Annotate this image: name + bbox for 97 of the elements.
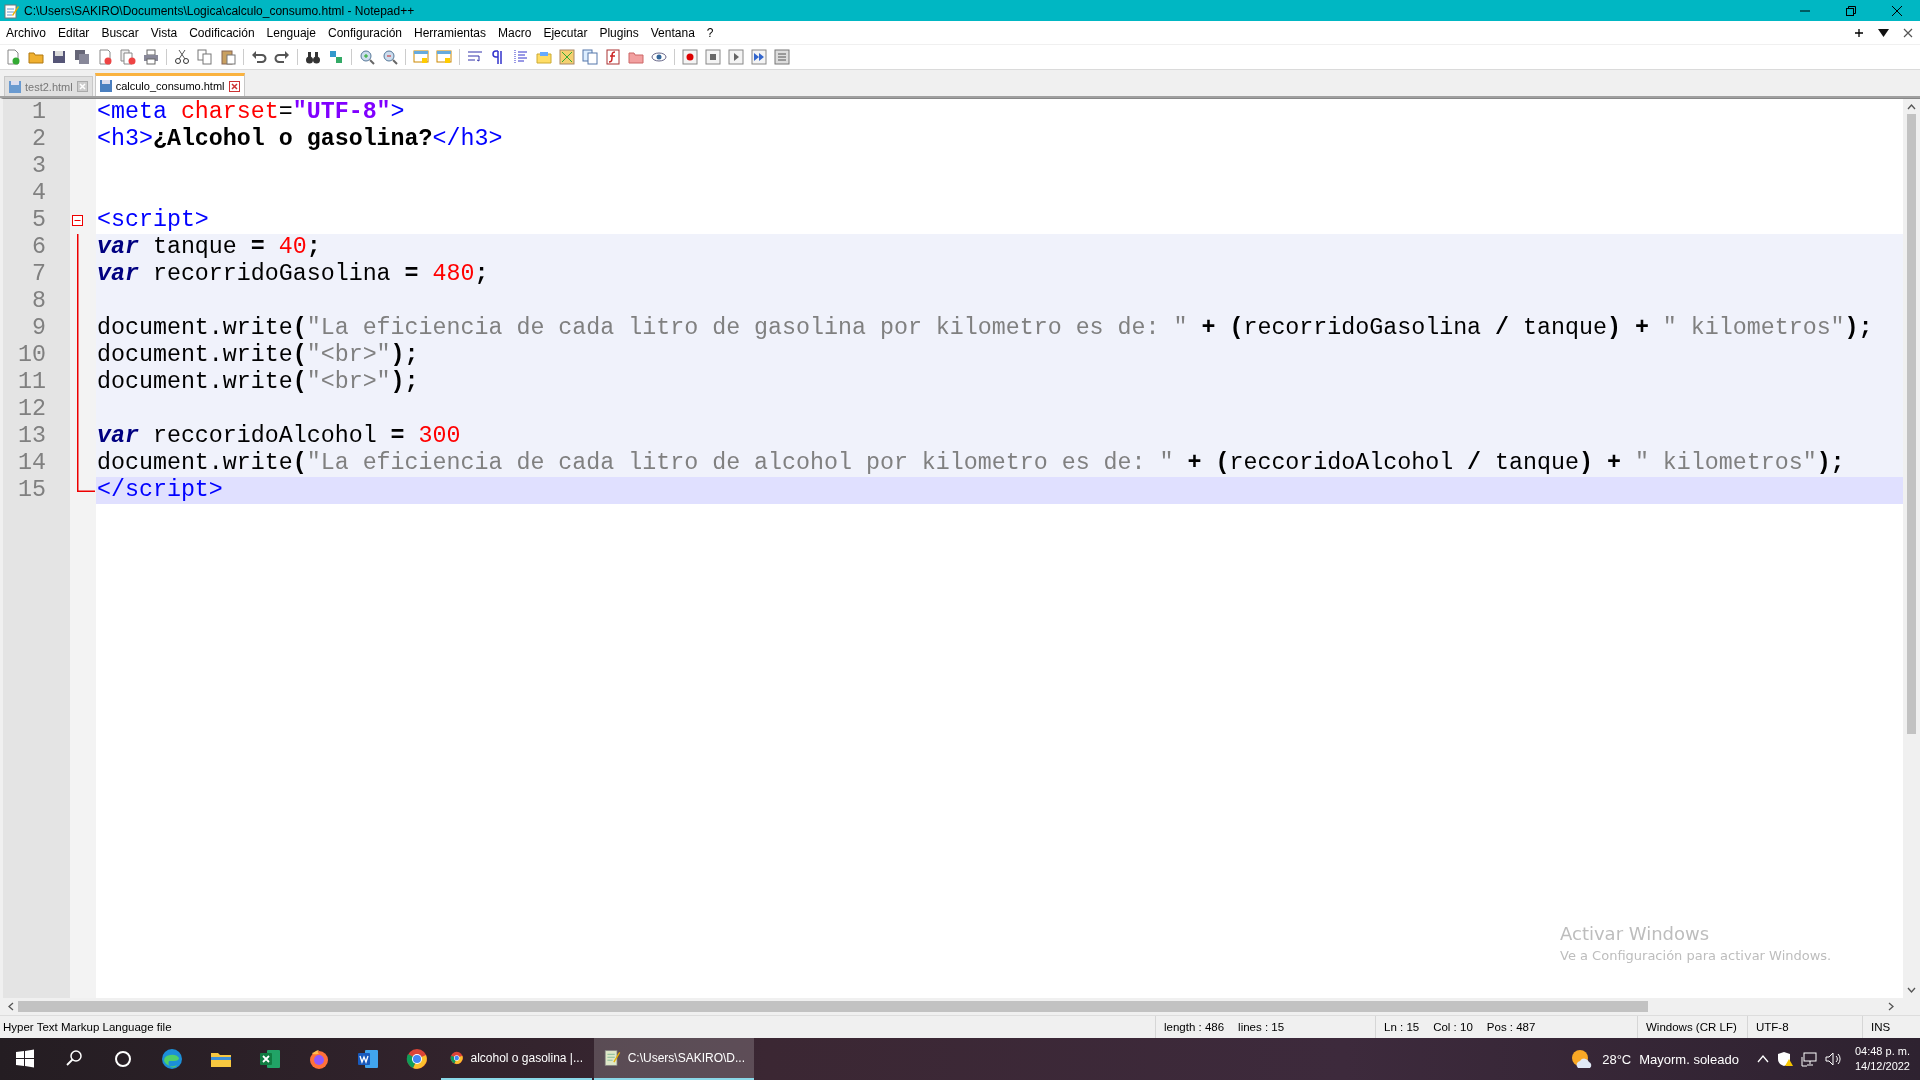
text-wrap-icon[interactable] — [467, 49, 483, 65]
printer-icon[interactable] — [143, 49, 159, 65]
line-number: 1 — [31, 99, 47, 126]
menu-item[interactable]: Archivo — [0, 23, 52, 42]
file-tab[interactable]: calculo_consumo.html — [94, 73, 245, 96]
chevron-up-icon[interactable] — [1907, 104, 1916, 110]
fast-forward-icon[interactable] — [751, 49, 767, 65]
word-processor-icon[interactable] — [355, 1047, 380, 1071]
line-number: 14 — [17, 450, 47, 477]
fold-collapse-icon[interactable] — [72, 215, 83, 226]
line-number: 13 — [17, 423, 47, 450]
status-text: Windows (CR LF) — [1646, 1021, 1737, 1033]
documents-close-icon[interactable] — [120, 49, 136, 65]
line-number: 7 — [31, 261, 47, 288]
plus-icon[interactable] — [1854, 27, 1864, 38]
line-number: 10 — [17, 342, 47, 369]
browser-icon[interactable] — [404, 1047, 429, 1071]
indent-guide-icon[interactable] — [513, 49, 529, 65]
line-number: 9 — [31, 315, 47, 342]
menu-item[interactable]: ? — [700, 23, 720, 42]
menu-item[interactable]: Editar — [52, 23, 96, 42]
line-number: 11 — [17, 369, 47, 396]
status-text: Pos : 487 — [1486, 1021, 1536, 1033]
activation-title: Activar Windows — [1560, 923, 1711, 944]
chevron-right-icon[interactable] — [1888, 1002, 1894, 1011]
spreadsheet-app-icon[interactable] — [257, 1047, 282, 1071]
menu-item[interactable]: Plugins — [593, 23, 645, 42]
restore-icon[interactable] — [1845, 4, 1857, 17]
replace-icon[interactable] — [328, 49, 344, 65]
status-text: UTF-8 — [1756, 1021, 1789, 1033]
edge-browser-icon[interactable] — [159, 1047, 184, 1071]
status-text: Ln : 15 — [1384, 1021, 1420, 1033]
undo-arrow-icon[interactable] — [251, 49, 267, 65]
scrollbar-thumb[interactable] — [18, 1001, 1648, 1012]
menu-item[interactable]: Ejecutar — [537, 23, 594, 42]
speaker-icon[interactable] — [1824, 1051, 1843, 1067]
zoom-in-icon[interactable] — [359, 49, 375, 65]
floppy-disks-icon[interactable] — [74, 49, 90, 65]
line-number: 6 — [31, 234, 47, 261]
scissors-icon[interactable] — [174, 49, 190, 65]
document-close-icon[interactable] — [97, 49, 113, 65]
horizontal-scrollbar[interactable] — [0, 998, 1920, 1015]
line-number: 12 — [17, 396, 47, 423]
status-text: Col : 10 — [1433, 1021, 1473, 1033]
stop-icon[interactable] — [705, 49, 721, 65]
clock-date[interactable]: 14/12/2022 — [1854, 1059, 1910, 1074]
code-line: <meta charset="UTF-8"> — [96, 99, 406, 126]
copy-icon[interactable] — [197, 49, 213, 65]
line-number: 2 — [31, 126, 47, 153]
status-text: lines : 15 — [1238, 1021, 1285, 1033]
notepad-icon — [3, 2, 19, 19]
line-number: 4 — [31, 180, 47, 207]
binoculars-icon[interactable] — [305, 49, 321, 65]
chevron-down-icon[interactable] — [1907, 987, 1916, 993]
redo-arrow-icon[interactable] — [274, 49, 290, 65]
close-icon[interactable] — [1903, 27, 1913, 38]
shield-warning-icon[interactable] — [1776, 1051, 1793, 1067]
play-icon[interactable] — [728, 49, 744, 65]
function-icon[interactable] — [605, 49, 621, 65]
scrollbar-thumb[interactable] — [1907, 114, 1916, 734]
clock-time[interactable]: 04:48 p. m. — [1854, 1044, 1910, 1059]
menu-item[interactable]: Lenguaje — [260, 23, 322, 42]
file-tab[interactable]: test2.html — [4, 76, 93, 96]
status-text: length : 486 — [1164, 1021, 1225, 1033]
menu-item[interactable]: Macro — [492, 23, 538, 42]
record-icon[interactable] — [682, 49, 698, 65]
line-number: 8 — [31, 288, 47, 315]
line-number: 3 — [31, 153, 47, 180]
menu-item[interactable]: Ventana — [644, 23, 701, 42]
line-number: 5 — [31, 207, 47, 234]
triangle-down-icon[interactable] — [1878, 27, 1889, 38]
menu-item[interactable]: Codificación — [183, 23, 261, 42]
menu-item[interactable]: Configuración — [321, 23, 408, 42]
code-line: <script> — [96, 207, 210, 234]
taskbar-window-button[interactable]: alcohol o gasolina |... — [441, 1038, 592, 1080]
status-text: INS — [1871, 1021, 1891, 1033]
line-number: 15 — [17, 477, 47, 504]
code-line: <h3>¿Alcohol o gasolina?</h3> — [96, 126, 504, 153]
close-icon[interactable] — [1891, 4, 1903, 17]
clipboard-icon[interactable] — [220, 49, 236, 65]
file-type-label: Hyper Text Markup Language file — [2, 1021, 173, 1033]
close-icon[interactable] — [228, 80, 240, 92]
zoom-out-icon[interactable] — [382, 49, 398, 65]
window-title: C:\Users\SAKIRO\Documents\Logica\calculo_consumo.html - Notepad++ — [24, 3, 416, 18]
activation-message: Ve a Configuración para activar Windows. — [1560, 948, 1832, 963]
menu-item[interactable]: Buscar — [95, 23, 145, 42]
chevron-left-icon[interactable] — [8, 1002, 14, 1011]
documents-icon[interactable] — [582, 49, 598, 65]
network-monitor-icon[interactable] — [1800, 1051, 1817, 1067]
menu-item[interactable]: Herramientas — [408, 23, 493, 42]
temperature[interactable]: 28°C — [1602, 1051, 1632, 1067]
vertical-scrollbar[interactable] — [1903, 99, 1920, 998]
new-document-icon[interactable] — [5, 49, 21, 65]
menu-item[interactable]: Vista — [144, 23, 184, 42]
taskbar-window-button[interactable]: C:\Users\SAKIRO\D... — [594, 1038, 754, 1080]
eye-icon[interactable] — [651, 49, 667, 65]
weather-condition[interactable]: Mayorm. soleado — [1639, 1051, 1739, 1067]
